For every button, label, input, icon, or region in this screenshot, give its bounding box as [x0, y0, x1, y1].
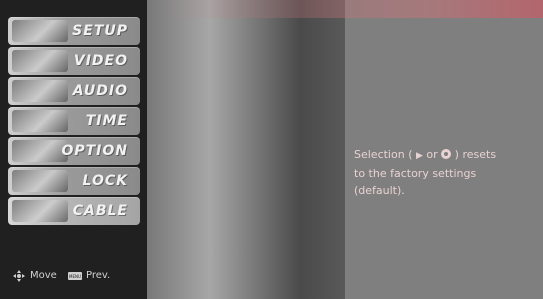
menu-item-time[interactable]: TIME	[8, 107, 140, 135]
menu-item-label: AUDIO	[72, 83, 128, 99]
menu-item-setup[interactable]: SETUP	[8, 17, 140, 45]
setup-thumbnail-icon	[12, 20, 68, 42]
menu-item-label: CABLE	[72, 203, 128, 219]
menu-item-audio[interactable]: AUDIO	[8, 77, 140, 105]
info-line-1-suffix: ) resets	[454, 148, 497, 161]
info-line-3: (default).	[354, 184, 405, 197]
prev-hint-label: Prev.	[86, 270, 111, 281]
tv-osd-screen: SETUP VIDEO AUDIO TIME OPTION LOCK CABLE…	[0, 0, 543, 299]
move-dpad-icon	[13, 270, 25, 282]
menu-item-video[interactable]: VIDEO	[8, 47, 140, 75]
menu-list: SETUP VIDEO AUDIO TIME OPTION LOCK CABLE	[8, 17, 140, 227]
cable-thumbnail-icon	[12, 200, 68, 222]
menu-item-label: OPTION	[61, 143, 128, 159]
menu-item-label: LOCK	[82, 173, 128, 189]
menu-item-lock[interactable]: LOCK	[8, 167, 140, 195]
menu-button-text: MENU	[69, 274, 81, 279]
ok-button-icon	[441, 149, 452, 159]
video-thumbnail-icon	[12, 50, 68, 72]
menu-item-option[interactable]: OPTION	[8, 137, 140, 165]
right-arrow-icon: ▶	[415, 151, 423, 161]
info-line-1-prefix: Selection (	[354, 148, 413, 161]
top-glow	[160, 0, 543, 18]
menu-item-cable[interactable]: CABLE	[8, 197, 140, 225]
info-or-text: or	[426, 148, 438, 161]
info-text: Selection ( ▶ or ) resets to the factory…	[354, 146, 540, 199]
menu-item-label: VIDEO	[73, 53, 128, 69]
option-thumbnail-icon	[12, 140, 68, 162]
menu-item-label: SETUP	[72, 23, 128, 39]
audio-thumbnail-icon	[12, 80, 68, 102]
time-thumbnail-icon	[12, 110, 68, 132]
sidebar: SETUP VIDEO AUDIO TIME OPTION LOCK CABLE…	[0, 0, 147, 299]
info-panel: Selection ( ▶ or ) resets to the factory…	[347, 18, 543, 299]
info-line-2: to the factory settings	[354, 167, 477, 180]
lock-thumbnail-icon	[12, 170, 68, 192]
info-line-1: Selection ( ▶ or ) resets	[354, 146, 540, 165]
navigation-hints: Move MENU Prev.	[12, 268, 142, 286]
menu-button-icon: MENU	[68, 272, 82, 280]
move-hint-label: Move	[30, 270, 57, 281]
menu-item-label: TIME	[85, 113, 128, 129]
